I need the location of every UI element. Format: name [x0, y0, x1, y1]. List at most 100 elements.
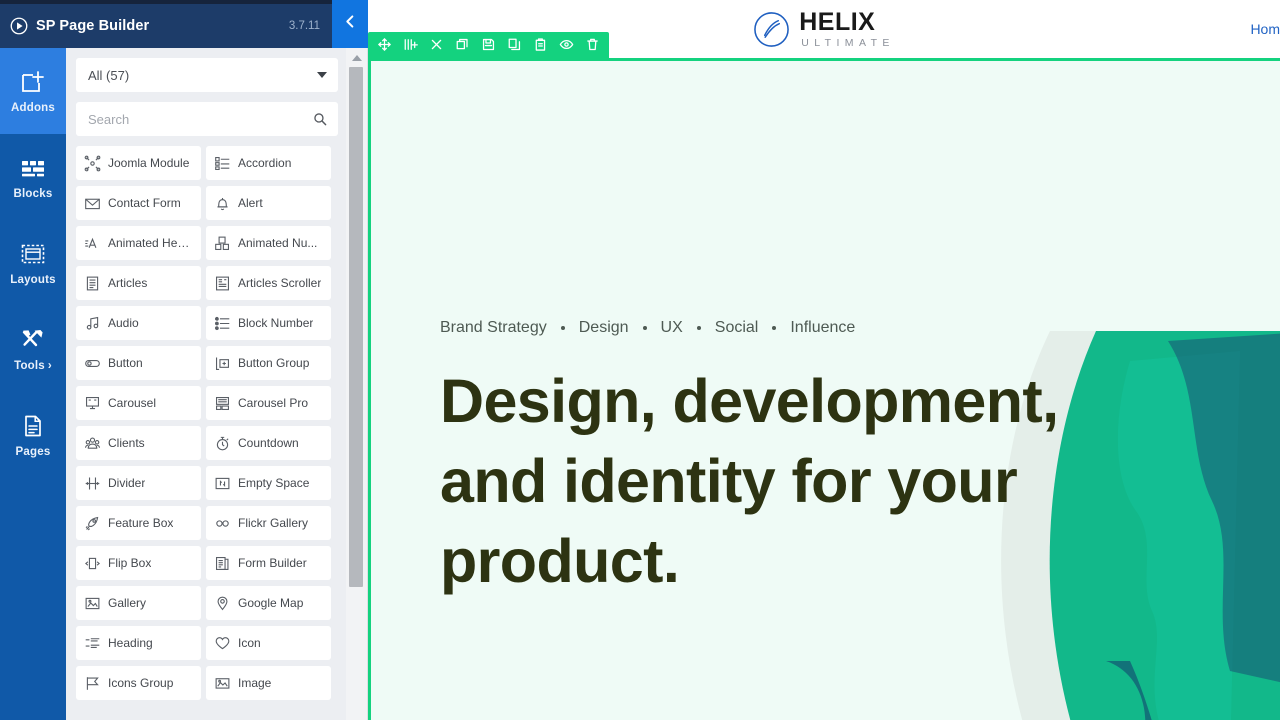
sidebar-item-label: Addons [11, 102, 55, 114]
button-icon [84, 355, 101, 372]
addon-item[interactable]: Countdown [206, 426, 331, 460]
addon-item[interactable]: Gallery [76, 586, 201, 620]
addon-item[interactable]: Image [206, 666, 331, 700]
carousel-pro-icon [214, 395, 231, 412]
flip-box-icon [84, 555, 101, 572]
paste-icon [533, 37, 548, 57]
addon-item[interactable]: Icons Group [76, 666, 201, 700]
chevron-right-icon: › [48, 360, 52, 372]
sidebar-item-label: Blocks [14, 188, 53, 200]
hero-title: Design, development, and identity for yo… [440, 361, 1140, 601]
addon-item-label: Icons Group [108, 676, 173, 690]
builder-version: 3.7.11 [289, 20, 320, 32]
nav-link-home[interactable]: Hom [1250, 21, 1280, 37]
layout-frame-icon [20, 241, 46, 267]
addon-item-label: Feature Box [108, 516, 173, 530]
scrollbar-thumb[interactable] [349, 67, 363, 587]
addon-item[interactable]: Joomla Module [76, 146, 201, 180]
section-tool-visibility[interactable] [556, 36, 577, 57]
settings-cross-icon [429, 37, 444, 57]
addon-item-label: Heading [108, 636, 153, 650]
addon-item[interactable]: Google Map [206, 586, 331, 620]
addons-list: Joomla ModuleAccordionContact FormAlertA… [66, 140, 338, 720]
selected-section[interactable]: Brand StrategyDesignUXSocialInfluence De… [368, 58, 1280, 720]
hero-tag-separator-dot [561, 326, 565, 330]
search-input[interactable]: Search [76, 102, 338, 136]
addon-item[interactable]: Contact Form [76, 186, 201, 220]
addon-item[interactable]: Divider [76, 466, 201, 500]
addon-item[interactable]: Articles Scroller [206, 266, 331, 300]
helix-logo-sub: ULTIMATE [799, 38, 895, 49]
stopwatch-icon [214, 435, 231, 452]
sidebar-item-blocks[interactable]: Blocks [0, 134, 66, 220]
helix-circle-icon [753, 11, 790, 48]
sidebar-item-tools[interactable]: Tools › [0, 306, 66, 392]
tools-wrench-icon [20, 327, 46, 353]
collapse-panel-button[interactable] [332, 0, 368, 48]
section-tool-delete[interactable] [582, 36, 603, 57]
section-tool-copy[interactable] [504, 36, 525, 57]
addon-item[interactable]: Icon [206, 626, 331, 660]
addon-item[interactable]: Articles [76, 266, 201, 300]
play-triangle-icon [10, 17, 28, 35]
divider-icon [84, 475, 101, 492]
addon-item[interactable]: Alert [206, 186, 331, 220]
section-tool-move[interactable] [374, 36, 395, 57]
addon-item[interactable]: Form Builder [206, 546, 331, 580]
addon-item[interactable]: Block Number [206, 306, 331, 340]
addon-item[interactable]: Audio [76, 306, 201, 340]
addon-item-label: Clients [108, 436, 145, 450]
addon-item-label: Form Builder [238, 556, 307, 570]
sidebar-item-label: Pages [16, 446, 51, 458]
page-builder-app: SP Page Builder 3.7.11 Addons [0, 0, 1280, 720]
helix-logo-main: HELIX [799, 10, 895, 35]
section-tool-settings[interactable] [426, 36, 447, 57]
addon-item[interactable]: Flickr Gallery [206, 506, 331, 540]
addon-item[interactable]: Empty Space [206, 466, 331, 500]
chevron-left-icon [343, 14, 358, 34]
addon-item[interactable]: Animated Hea... [76, 226, 201, 260]
hero-tag: Social [715, 319, 759, 337]
addon-item[interactable]: Animated Nu... [206, 226, 331, 260]
section-tool-duplicate[interactable] [452, 36, 473, 57]
addon-item-label: Carousel Pro [238, 396, 308, 410]
section-tool-paste[interactable] [530, 36, 551, 57]
addon-item-label: Joomla Module [108, 156, 189, 170]
addon-item-label: Articles [108, 276, 147, 290]
sidebar-rail: Addons Blocks [0, 48, 66, 720]
move-arrows-icon [377, 37, 392, 57]
addon-item[interactable]: Button Group [206, 346, 331, 380]
addon-item[interactable]: Clients [76, 426, 201, 460]
sidebar-item-layouts[interactable]: Layouts [0, 220, 66, 306]
addon-item-label: Animated Nu... [238, 236, 317, 250]
section-tool-add-column[interactable] [400, 36, 421, 57]
search-placeholder: Search [88, 112, 129, 127]
empty-space-icon [214, 475, 231, 492]
builder-header: SP Page Builder 3.7.11 [0, 4, 332, 48]
addon-item-label: Flickr Gallery [238, 516, 308, 530]
addon-item-label: Divider [108, 476, 145, 490]
addons-panel-scrollbar[interactable] [346, 48, 368, 720]
addon-item[interactable]: Heading [76, 626, 201, 660]
addon-item[interactable]: Accordion [206, 146, 331, 180]
sidebar-item-pages[interactable]: Pages [0, 392, 66, 478]
sidebar-item-addons[interactable]: Addons [0, 48, 66, 134]
addon-item[interactable]: Feature Box [76, 506, 201, 540]
page-preview: HELIX ULTIMATE Hom Brand StrategyD [368, 0, 1280, 720]
addon-item-label: Button [108, 356, 143, 370]
addon-item-label: Block Number [238, 316, 313, 330]
add-column-icon [403, 37, 418, 57]
eye-icon [559, 37, 574, 57]
addon-category-select[interactable]: All (57) [76, 58, 338, 92]
gallery-image-icon [84, 595, 101, 612]
section-tool-save[interactable] [478, 36, 499, 57]
addon-item[interactable]: Button [76, 346, 201, 380]
addon-item[interactable]: Carousel Pro [206, 386, 331, 420]
animated-heading-icon [84, 235, 101, 252]
form-builder-icon [214, 555, 231, 572]
addon-item[interactable]: Flip Box [76, 546, 201, 580]
addon-item-label: Empty Space [238, 476, 309, 490]
addon-item[interactable]: Carousel [76, 386, 201, 420]
triangle-up-icon[interactable] [352, 55, 362, 61]
helix-logo[interactable]: HELIX ULTIMATE [753, 10, 895, 49]
